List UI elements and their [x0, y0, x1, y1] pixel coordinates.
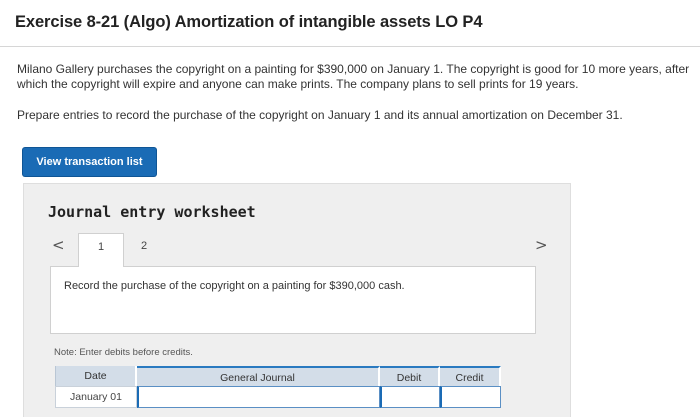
column-header-debit: Debit [380, 366, 440, 386]
exercise-header: Exercise 8-21 (Algo) Amortization of int… [0, 0, 700, 47]
chevron-right-icon[interactable]: > [535, 236, 548, 254]
worksheet-title: Journal entry worksheet [48, 203, 256, 221]
general-journal-account-input[interactable] [137, 386, 380, 408]
debit-input[interactable] [380, 386, 440, 408]
date-select[interactable]: January 01 [55, 386, 137, 408]
column-header-credit: Credit [440, 366, 501, 386]
exercise-title: Exercise 8-21 (Algo) Amortization of int… [15, 13, 483, 31]
view-transaction-list-button[interactable]: View transaction list [23, 148, 156, 176]
tab-entry-2[interactable]: 2 [125, 233, 163, 267]
journal-table: Date General Journal Debit Credit Januar… [55, 366, 501, 417]
credit-input[interactable] [440, 386, 501, 408]
tab-entry-1[interactable]: 1 [78, 233, 124, 267]
entry-description-box: Record the purchase of the copyright on … [50, 266, 536, 334]
entry-note: Note: Enter debits before credits. [54, 347, 193, 358]
chevron-left-icon[interactable]: < [52, 236, 65, 254]
column-header-date: Date [55, 366, 137, 386]
column-header-general-journal: General Journal [137, 366, 380, 386]
problem-statement: Milano Gallery purchases the copyright o… [17, 62, 690, 91]
problem-instruction: Prepare entries to record the purchase o… [17, 108, 623, 122]
entry-prompt: Record the purchase of the copyright on … [64, 280, 405, 292]
